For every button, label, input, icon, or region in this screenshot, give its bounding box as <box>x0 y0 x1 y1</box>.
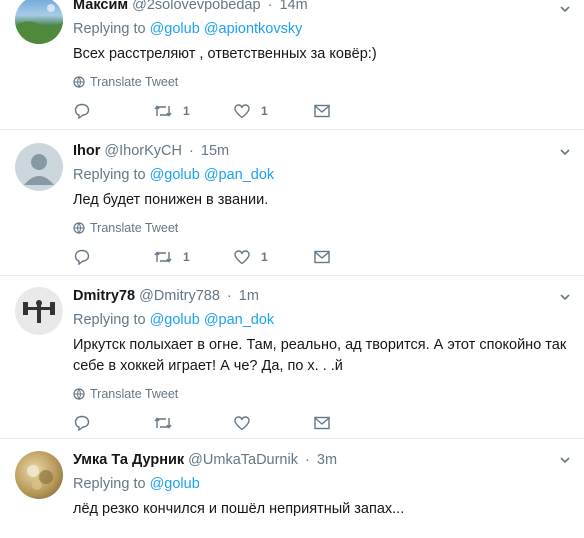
like-button[interactable] <box>233 414 313 432</box>
tweet-text: Всех расстреляют , ответственных за ковё… <box>73 46 377 62</box>
translate-tweet-link[interactable]: Translate Tweet <box>73 75 572 89</box>
mention-link[interactable]: @golub <box>150 167 200 183</box>
envelope-icon <box>314 104 330 118</box>
tweet-header: Умка Та Дурник @UmkaTaDurnik · 3m <box>73 452 338 468</box>
barbell-icon <box>23 300 55 323</box>
landscape-icon <box>15 4 63 44</box>
mention-link[interactable]: @pan_dok <box>204 167 274 183</box>
envelope-icon <box>314 250 330 264</box>
reply-button[interactable] <box>73 102 153 120</box>
retweet-count: 1 <box>183 250 190 264</box>
reply-icon <box>74 103 90 120</box>
retweet-icon <box>154 251 172 263</box>
tweet-header: Dmitry78 @Dmitry788 · 1m <box>73 288 259 304</box>
mention-link[interactable]: @golub <box>150 312 200 328</box>
timestamp[interactable]: 3m <box>317 452 337 468</box>
timestamp[interactable]: 14m <box>279 0 307 13</box>
replying-to: Replying to @golub @apiontkovsky <box>73 21 303 37</box>
message-button[interactable] <box>313 415 393 431</box>
globe-icon <box>73 222 85 234</box>
like-button[interactable]: 1 <box>233 248 313 266</box>
tweet-actions <box>73 413 572 433</box>
mention-link[interactable]: @pan_dok <box>204 312 274 328</box>
tweet-text: Лед будет понижен в звании. <box>73 192 269 208</box>
heart-icon <box>234 104 250 119</box>
message-button[interactable] <box>313 249 393 265</box>
user-avatar[interactable] <box>15 451 63 499</box>
user-handle[interactable]: @IhorKyCH <box>104 143 182 159</box>
user-handle[interactable]: @Dmitry788 <box>139 288 220 304</box>
display-name[interactable]: Dmitry78 <box>73 288 135 304</box>
default-avatar-icon <box>24 154 54 185</box>
tweet-2[interactable]: Ihor @IhorKyCH · 15m Replying to @golub … <box>0 130 584 276</box>
display-name[interactable]: Умка Та Дурник <box>73 452 184 468</box>
heart-icon <box>234 250 250 265</box>
tweet-actions: 1 1 <box>73 101 572 121</box>
replying-to: Replying to @golub @pan_dok <box>73 167 275 183</box>
reply-icon <box>74 249 90 266</box>
translate-tweet-link[interactable]: Translate Tweet <box>73 387 572 401</box>
globe-icon <box>73 388 85 400</box>
retweet-count: 1 <box>183 104 190 118</box>
user-avatar[interactable] <box>15 287 63 335</box>
replying-to: Replying to @golub @pan_dok <box>73 312 275 328</box>
globe-icon <box>73 76 85 88</box>
mention-link[interactable]: @golub <box>150 476 200 492</box>
reply-icon <box>74 415 90 432</box>
user-handle[interactable]: @UmkaTaDurnik <box>188 452 298 468</box>
retweet-button[interactable]: 1 <box>153 248 233 266</box>
user-handle[interactable]: @2solovevpobedap <box>132 0 260 13</box>
retweet-button[interactable]: 1 <box>153 102 233 120</box>
display-name[interactable]: Максим <box>73 0 128 13</box>
mention-link[interactable]: @apiontkovsky <box>204 21 303 37</box>
like-button[interactable]: 1 <box>233 102 313 120</box>
reply-button[interactable] <box>73 414 153 432</box>
timestamp[interactable]: 15m <box>201 143 229 159</box>
translate-tweet-link[interactable]: Translate Tweet <box>73 221 572 235</box>
mention-link[interactable]: @golub <box>150 21 200 37</box>
retweet-button[interactable] <box>153 414 233 432</box>
heart-icon <box>234 416 250 431</box>
tweet-4[interactable]: Умка Та Дурник @UmkaTaDurnik · 3m Replyi… <box>0 438 584 538</box>
timestamp[interactable]: 1m <box>239 288 259 304</box>
like-count: 1 <box>261 250 268 264</box>
message-button[interactable] <box>313 103 393 119</box>
display-name[interactable]: Ihor <box>73 143 100 159</box>
envelope-icon <box>314 416 330 430</box>
retweet-icon <box>154 417 172 429</box>
user-avatar[interactable] <box>15 0 63 44</box>
tweet-1[interactable]: Максим @2solovevpobedap · 14m Replying t… <box>0 0 584 130</box>
tweet-actions: 1 1 <box>73 247 572 267</box>
like-count: 1 <box>261 104 268 118</box>
retweet-icon <box>154 105 172 117</box>
reply-button[interactable] <box>73 248 153 266</box>
photo-avatar-icon <box>27 465 53 490</box>
tweet-header: Ihor @IhorKyCH · 15m <box>73 143 230 159</box>
replying-to: Replying to @golub <box>73 476 200 492</box>
tweet-header: Максим @2solovevpobedap · 14m <box>73 0 572 14</box>
tweet-text: Иркутск полыхает в огне. Там, реально, а… <box>73 337 567 374</box>
tweet-text: лёд резко кончился и пошёл неприятный за… <box>73 501 405 517</box>
user-avatar[interactable] <box>15 143 63 191</box>
tweet-3[interactable]: Dmitry78 @Dmitry788 · 1m Replying to @go… <box>0 275 584 439</box>
